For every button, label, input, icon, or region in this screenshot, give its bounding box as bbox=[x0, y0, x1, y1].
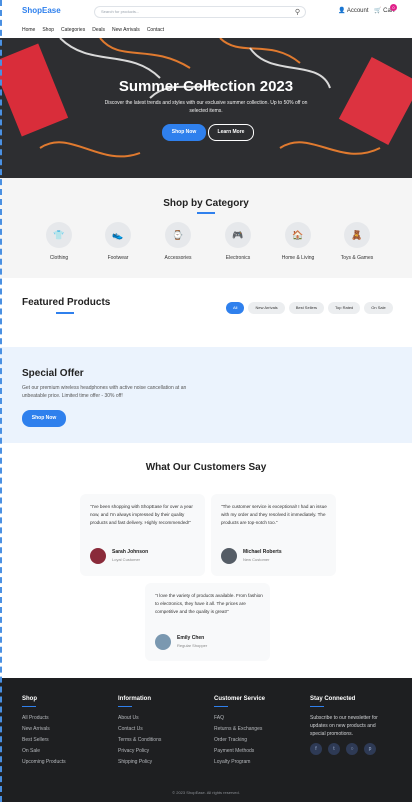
testimonial-name: Sarah Johnson bbox=[112, 549, 149, 555]
nav-categories[interactable]: Categories bbox=[61, 27, 85, 33]
hero-title: Summer Collection 2023 bbox=[118, 78, 294, 95]
search-placeholder: Search for products... bbox=[101, 9, 140, 14]
gamepad-icon: 🎮 bbox=[225, 222, 251, 248]
category-toys-games[interactable]: 🧸 Toys & Games bbox=[331, 222, 383, 261]
footer-heading-stay-connected: Stay Connected bbox=[310, 696, 356, 702]
category-home-living[interactable]: 🏠 Home & Living bbox=[272, 222, 324, 261]
account-label: Account bbox=[346, 8, 369, 14]
testimonial-card: "I've been shopping with ShopEase for ov… bbox=[80, 494, 205, 576]
copyright-text: © 2023 ShopEase. All rights reserved. bbox=[172, 790, 240, 795]
watch-icon: ⌚ bbox=[165, 222, 191, 248]
site-header: ShopEase Search for products... ⚲ 👤 Acco… bbox=[0, 0, 412, 38]
cart-icon: 🛒 bbox=[374, 8, 382, 14]
featured-products-title: Featured Products bbox=[22, 297, 111, 308]
newsletter-text: Subscribe to our newsletter for updates … bbox=[310, 715, 378, 737]
instagram-icon[interactable]: ○ bbox=[346, 743, 358, 755]
nav-home[interactable]: Home bbox=[22, 27, 35, 33]
footer-heading-shop: Shop bbox=[22, 696, 37, 702]
testimonial-role: New Customer bbox=[243, 557, 270, 562]
hero-shop-now-button[interactable]: Shop Now bbox=[162, 124, 206, 141]
footer-link[interactable]: Best Sellers bbox=[22, 737, 49, 743]
filter-best-sellers[interactable]: Best Sellers bbox=[288, 302, 325, 314]
footer-link[interactable]: Terms & Conditions bbox=[118, 737, 161, 743]
testimonial-quote: "I love the variety of products availabl… bbox=[155, 593, 263, 614]
footer-link[interactable]: About Us bbox=[118, 715, 139, 721]
main-nav: Home Shop Categories Deals New Arrivals … bbox=[22, 27, 164, 33]
footer-link[interactable]: Upcoming Products bbox=[22, 759, 66, 765]
footer-heading-underline bbox=[310, 706, 324, 707]
facebook-icon[interactable]: f bbox=[310, 743, 322, 755]
hero-subtitle: Discover the latest trends and styles wi… bbox=[104, 100, 308, 114]
footer-link[interactable]: Contact Us bbox=[118, 726, 143, 732]
nav-deals[interactable]: Deals bbox=[92, 27, 105, 33]
footer-link[interactable]: FAQ bbox=[214, 715, 224, 721]
home-icon: 🏠 bbox=[285, 222, 311, 248]
testimonial-card: "The customer service is exceptional! I … bbox=[211, 494, 336, 576]
logo[interactable]: ShopEase bbox=[22, 6, 61, 15]
filter-new-arrivals[interactable]: New Arrivals bbox=[248, 302, 285, 314]
filter-all[interactable]: All bbox=[226, 302, 245, 314]
footer-link[interactable]: New Arrivals bbox=[22, 726, 50, 732]
footer-heading-underline bbox=[214, 706, 228, 707]
testimonials-title: What Our Customers Say bbox=[145, 462, 267, 473]
footer-link[interactable]: Returns & Exchanges bbox=[214, 726, 262, 732]
category-label: Home & Living bbox=[281, 255, 315, 261]
testimonial-quote: "I've been shopping with ShopEase for ov… bbox=[90, 504, 193, 525]
pinterest-icon[interactable]: p bbox=[364, 743, 376, 755]
avatar bbox=[221, 548, 237, 564]
testimonial-role: Loyal Customer bbox=[112, 557, 141, 562]
footer-heading-customer-service: Customer Service bbox=[214, 696, 266, 702]
shirt-icon: 👕 bbox=[46, 222, 72, 248]
avatar bbox=[155, 634, 171, 650]
category-label: Footwear bbox=[107, 255, 129, 261]
category-electronics[interactable]: 🎮 Electronics bbox=[212, 222, 264, 261]
category-clothing[interactable]: 👕 Clothing bbox=[33, 222, 85, 261]
left-guide-line bbox=[0, 0, 2, 802]
nav-shop[interactable]: Shop bbox=[42, 27, 54, 33]
avatar bbox=[90, 548, 106, 564]
twitter-icon[interactable]: t bbox=[328, 743, 340, 755]
filter-on-sale[interactable]: On Sale bbox=[364, 302, 393, 314]
special-offer-text: Get our premium wireless headphones with… bbox=[22, 385, 187, 399]
filter-top-rated[interactable]: Top Rated bbox=[328, 302, 361, 314]
footer-link[interactable]: Privacy Policy bbox=[118, 748, 149, 754]
category-footwear[interactable]: 👟 Footwear bbox=[92, 222, 144, 261]
search-input[interactable]: Search for products... ⚲ bbox=[94, 6, 306, 18]
hero-learn-more-button[interactable]: Learn More bbox=[208, 124, 254, 141]
category-label: Toys & Games bbox=[340, 255, 374, 261]
testimonial-quote: "The customer service is exceptional! I … bbox=[221, 504, 327, 525]
category-label: Accessories bbox=[164, 255, 192, 261]
footer-link[interactable]: On Sale bbox=[22, 748, 40, 754]
category-label: Electronics bbox=[225, 255, 251, 261]
category-label: Clothing bbox=[49, 255, 69, 261]
footer-link[interactable]: Order Tracking bbox=[214, 737, 247, 743]
category-accessories[interactable]: ⌚ Accessories bbox=[152, 222, 204, 261]
nav-contact[interactable]: Contact bbox=[147, 27, 164, 33]
footer-link[interactable]: Loyalty Program bbox=[214, 759, 250, 765]
footer-heading-information: Information bbox=[118, 696, 151, 702]
nav-new-arrivals[interactable]: New Arrivals bbox=[112, 27, 140, 33]
footer-link[interactable]: Payment Methods bbox=[214, 748, 254, 754]
footer-heading-underline bbox=[22, 706, 36, 707]
cart-count-badge: 0 bbox=[390, 4, 397, 11]
footer-heading-underline bbox=[118, 706, 132, 707]
category-title-underline bbox=[197, 212, 215, 214]
toy-icon: 🧸 bbox=[344, 222, 370, 248]
category-section-title: Shop by Category bbox=[163, 198, 249, 209]
special-offer-title: Special Offer bbox=[22, 368, 84, 379]
testimonial-name: Emily Chen bbox=[177, 635, 205, 641]
product-filter-tabs: All New Arrivals Best Sellers Top Rated … bbox=[226, 302, 393, 314]
search-icon[interactable]: ⚲ bbox=[295, 8, 300, 17]
testimonial-role: Regular Shopper bbox=[177, 643, 208, 648]
footer-link[interactable]: All Products bbox=[22, 715, 49, 721]
testimonial-card: "I love the variety of products availabl… bbox=[145, 583, 270, 661]
offer-shop-now-button[interactable]: Shop Now bbox=[22, 410, 66, 427]
testimonial-name: Michael Roberts bbox=[243, 549, 282, 555]
account-link[interactable]: 👤 Account bbox=[338, 7, 369, 14]
footer-link[interactable]: Shipping Policy bbox=[118, 759, 152, 765]
user-icon: 👤 bbox=[338, 8, 346, 14]
shoe-icon: 👟 bbox=[105, 222, 131, 248]
featured-title-underline bbox=[56, 312, 74, 314]
